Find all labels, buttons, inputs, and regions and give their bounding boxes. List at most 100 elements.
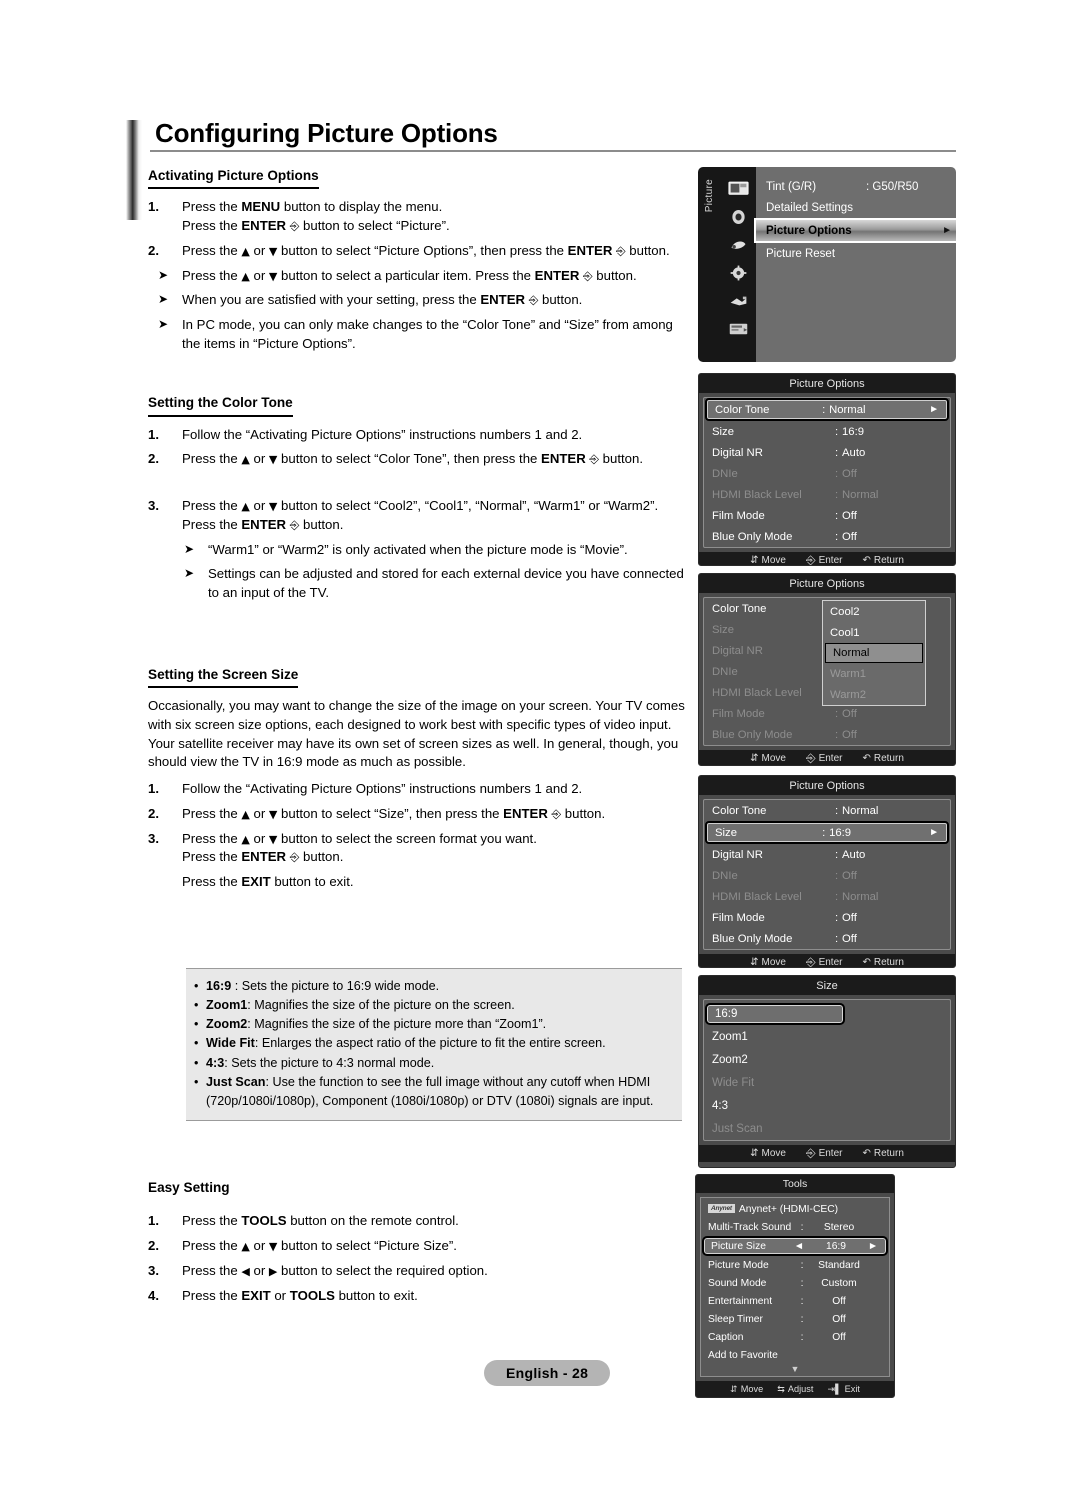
osd-picture-options-1[interactable]: Picture Options Color Tone : Normal ► Si… [698,373,956,566]
bullet: • [194,1074,199,1089]
exit-instruction-text: Press the EXIT button to exit. [182,874,354,890]
osd-row-detailed-settings[interactable]: Detailed Settings [756,197,956,218]
heading-setting-screen-size: Setting the Screen Size [148,665,299,689]
help-return: ↶ Return [862,555,904,566]
osd-item-digital-nr[interactable]: Digital NR : Auto [704,442,950,463]
tools-item-value: Stereo [823,1221,855,1233]
osd-size-option-zoom2[interactable]: Zoom2 [704,1048,950,1071]
osd-tools-body: Anynet Anynet+ (HDMI-CEC) Multi-Track Sou… [700,1197,890,1377]
osd-item-size[interactable]: Size : 16:9 [704,421,950,442]
sound-icon[interactable] [728,209,749,225]
osd-item-label: Film Mode [712,707,765,720]
help-move: ⇵ Move [750,957,786,968]
osd-item-digital-nr[interactable]: Digital NR : Auto [704,844,950,865]
osd-size-option-16-9[interactable]: 16:9 [705,1003,845,1025]
osd-row-picture-reset[interactable]: Picture Reset [756,243,956,264]
updown-arrow-icon: ⇵ [730,1383,738,1394]
arrow-right-icon[interactable]: ► [867,1241,879,1252]
dropdown-option-normal[interactable]: Normal [825,643,923,663]
tools-item-entertainment[interactable]: Entertainment : Off [701,1292,889,1310]
definition-term: 4:3 [206,1055,225,1070]
definition-desc: : Use the function to see the full image… [206,1074,654,1108]
osd-picture-options-size-selected[interactable]: Picture Options Color Tone : Normal Size… [698,775,956,968]
osd-item-value: Normal [842,488,879,501]
tools-item-value: Standard [818,1259,860,1271]
note-body: Settings can be adjusted and stored for … [208,566,684,601]
tools-item-caption[interactable]: Caption : Off [701,1328,889,1346]
tools-item-add-to-favorite[interactable]: Add to Favorite [701,1346,889,1364]
tools-item-anynet[interactable]: Anynet Anynet+ (HDMI-CEC) [701,1200,889,1218]
definition-desc: : Sets the picture to 4:3 normal mode. [224,1055,435,1070]
support-icon[interactable] [728,321,749,337]
osd-color-tone-dropdown[interactable]: Cool2 Cool1 Normal Warm1 Warm2 [822,600,926,706]
osd-item-value: Off [842,530,857,543]
osd-row-tint[interactable]: Tint (G/R) : G50/R50 [756,176,956,197]
chevron-right-icon: ► [929,404,939,415]
osd-item-film-mode[interactable]: Film Mode : Off [704,505,950,526]
note-marker: ➤ [158,267,169,282]
tools-item-label: Entertainment [708,1295,773,1307]
tools-item-picture-size[interactable]: Picture Size ◄ 16:9 ► [702,1236,888,1256]
osd-item-label: Size [715,826,737,839]
step-number: 1. [148,1213,159,1229]
note-body: “Warm1” or “Warm2” is only activated whe… [208,541,628,557]
osd-item-label: Blue Only Mode [712,530,793,543]
tools-item-sound-mode[interactable]: Sound Mode : Custom [701,1274,889,1292]
input-plug-icon[interactable] [728,293,749,309]
updown-arrow-icon: ⇵ [750,1148,759,1159]
screen-size-intro: Occasionally, you may want to change the… [148,698,685,770]
osd-main-picture-menu[interactable]: Picture Tint (G/R) : G50/R50 Detailed Se… [698,167,956,362]
osd-size-option-4-3[interactable]: 4:3 [704,1094,950,1117]
osd-panel-body: Color Tone : Normal Size : 16:9 ► Digita… [703,799,951,950]
chevron-down-icon[interactable]: ▼ [701,1364,889,1376]
step-body: Press the ▲ or ▼ button to select the sc… [182,830,688,867]
osd-row-picture-options[interactable]: Picture Options ► [754,218,956,243]
tools-item-multi-track-sound[interactable]: Multi-Track Sound : Stereo [701,1218,889,1236]
heading-setting-color-tone: Setting the Color Tone [148,393,293,417]
osd-item-value: Auto [842,446,866,459]
tools-item-sleep-timer[interactable]: Sleep Timer : Off [701,1310,889,1328]
osd-item-blue-only-mode[interactable]: Blue Only Mode : Off [704,928,950,949]
step-item: 2. Press the ▲ or ▼ button to select “Pi… [148,242,688,261]
osd-item-label: HDMI Black Level [712,488,802,501]
page-number-badge: English - 28 [484,1360,611,1386]
osd-item-color-tone[interactable]: Color Tone : Normal ► [705,398,949,421]
osd-item-label: DNIe [712,467,738,480]
section-activating-picture-options: Activating Picture Options 1. Press the … [148,166,688,353]
enter-icon: ⎆ [805,553,816,566]
dropdown-option-cool1[interactable]: Cool1 [823,622,925,643]
osd-panel-title: Picture Options [699,374,955,393]
setup-gear-icon[interactable] [728,265,749,281]
osd-tab-label: Picture [703,179,715,213]
dropdown-option-cool2[interactable]: Cool2 [823,601,925,622]
osd-size-option-zoom1[interactable]: Zoom1 [704,1025,950,1048]
step-item: 3. Press the ▲ or ▼ button to select the… [148,830,688,867]
tools-item-picture-mode[interactable]: Picture Mode : Standard [701,1256,889,1274]
return-icon: ↶ [862,555,871,566]
osd-item-color-tone[interactable]: Color Tone : Normal [704,800,950,821]
osd-item-label: Blue Only Mode [712,728,793,741]
osd-size-menu[interactable]: Size 16:9 Zoom1 Zoom2 Wide Fit 4:3 Just … [698,975,956,1168]
osd-icon-rail: Picture [698,167,756,362]
osd-item-label: Color Tone [712,602,767,615]
tools-item-label: Caption [708,1331,744,1343]
osd-tools-menu[interactable]: Tools Anynet Anynet+ (HDMI-CEC) Multi-Tra… [695,1174,895,1398]
osd-picture-options-color-tone-list[interactable]: Picture Options Color Tone : Size : Digi… [698,573,956,766]
osd-panel-body: Color Tone : Normal ► Size : 16:9 Digita… [703,397,951,548]
osd-item-size[interactable]: Size : 16:9 ► [705,821,949,844]
arrow-left-icon[interactable]: ◄ [793,1241,805,1252]
osd-rail-icons [720,167,756,362]
osd-item-film-mode[interactable]: Film Mode : Off [704,907,950,928]
help-move: ⇵ Move [750,1148,786,1159]
osd-item-hdmi-black-level: HDMI Black Level : Normal [704,484,950,505]
channel-icon[interactable] [728,237,749,253]
osd-item-value: Off [842,932,857,945]
updown-arrow-icon: ⇵ [750,753,759,764]
picture-icon[interactable] [727,181,749,197]
note-body: Press the ▲ or ▼ button to select a part… [182,267,637,283]
return-icon: ↶ [862,957,871,968]
osd-item-blue-only-mode[interactable]: Blue Only Mode : Off [704,526,950,547]
osd-item-label: Color Tone [715,403,770,416]
step-line: Press the MENU button to display the men… [182,199,443,215]
dropdown-option-warm1: Warm1 [830,667,866,680]
